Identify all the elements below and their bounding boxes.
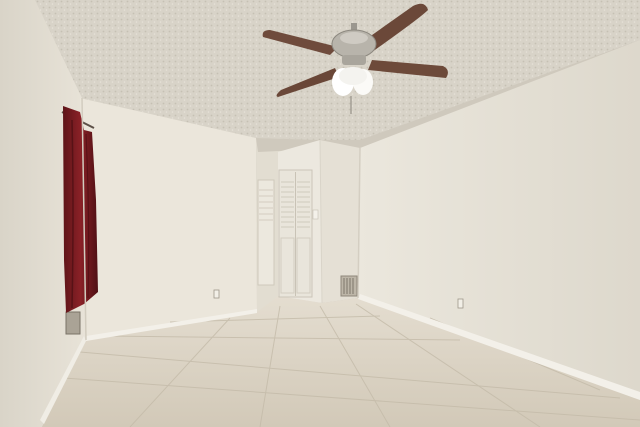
room-illustration (0, 0, 640, 427)
air-vent (340, 275, 358, 297)
empty-room-photo (0, 0, 640, 427)
back-wall-left (80, 98, 257, 340)
outlet-right (457, 298, 464, 309)
light-switch (312, 209, 319, 220)
outlet-left (213, 289, 220, 299)
wall-vent (65, 311, 81, 335)
